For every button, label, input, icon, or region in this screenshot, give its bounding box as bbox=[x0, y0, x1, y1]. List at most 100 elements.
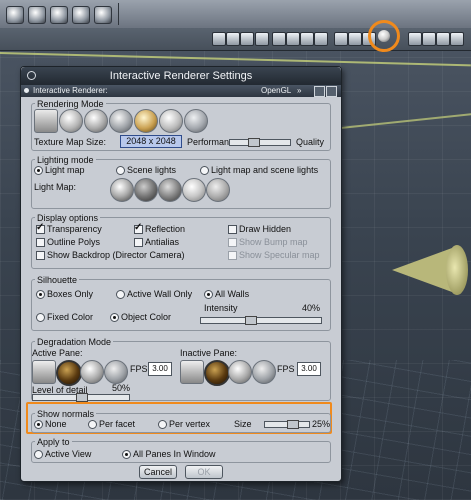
render-flat-icon[interactable] bbox=[59, 109, 83, 133]
texture-map-size-select[interactable]: 2048 x 2048 bbox=[120, 135, 182, 148]
wire-icon[interactable] bbox=[240, 32, 254, 46]
wrench-tool-icon[interactable] bbox=[94, 6, 112, 24]
apply-active-view-label: Active View bbox=[45, 449, 92, 459]
slider-thumb[interactable] bbox=[245, 316, 257, 325]
rendering-mode-group: Rendering Mode Texture Map Size: 2048 x … bbox=[31, 99, 331, 151]
scene-lights-radio[interactable] bbox=[116, 166, 125, 175]
light-map-preset-2-icon[interactable] bbox=[134, 178, 158, 202]
renderer-value[interactable]: OpenGL bbox=[261, 85, 291, 97]
intensity-label: Intensity bbox=[204, 303, 238, 313]
active-pane-shaded-icon[interactable] bbox=[56, 360, 82, 386]
active-pane-smooth-icon[interactable] bbox=[80, 360, 104, 384]
render-box-icon[interactable] bbox=[34, 109, 58, 133]
inactive-fps-input[interactable]: 3.00 bbox=[297, 362, 321, 376]
cube-shaded-icon[interactable] bbox=[348, 32, 362, 46]
all-walls-label: All Walls bbox=[215, 289, 250, 299]
antialias-label: Antialias bbox=[145, 237, 180, 247]
slider-thumb[interactable] bbox=[76, 393, 88, 402]
cancel-button[interactable]: Cancel bbox=[139, 465, 177, 479]
light-map-and-scene-lights-radio[interactable] bbox=[200, 166, 209, 175]
render-textured-icon[interactable] bbox=[109, 109, 133, 133]
panel-icon[interactable] bbox=[450, 32, 464, 46]
all-walls-radio[interactable] bbox=[204, 290, 213, 299]
antialias-checkbox[interactable] bbox=[134, 238, 143, 247]
active-pane-box-icon[interactable] bbox=[32, 360, 56, 384]
target-tool-icon[interactable] bbox=[72, 6, 90, 24]
view-cube-icon[interactable] bbox=[408, 32, 422, 46]
quality-label: Quality bbox=[296, 137, 325, 147]
normals-per-facet-radio[interactable] bbox=[88, 420, 97, 429]
render-smooth-icon[interactable] bbox=[84, 109, 108, 133]
active-pane-textured-icon[interactable] bbox=[104, 360, 128, 384]
cube-wire-icon[interactable] bbox=[334, 32, 348, 46]
move-tool-icon[interactable] bbox=[6, 6, 24, 24]
show-bump-map-checkbox[interactable] bbox=[228, 238, 237, 247]
render-shiny-icon[interactable] bbox=[159, 109, 183, 133]
degradation-mode-title: Degradation Mode bbox=[35, 337, 114, 347]
texture-map-size-label: Texture Map Size: bbox=[34, 137, 107, 147]
chevron-down-icon[interactable]: » bbox=[297, 85, 301, 97]
light-map-radio[interactable] bbox=[34, 166, 43, 175]
pin-icon[interactable] bbox=[226, 32, 240, 46]
reset-preset-icon[interactable] bbox=[326, 86, 337, 97]
close-icon[interactable] bbox=[27, 71, 36, 80]
scale-tool-icon[interactable] bbox=[50, 6, 68, 24]
draw-hidden-checkbox[interactable] bbox=[228, 225, 237, 234]
level-of-detail-slider[interactable] bbox=[32, 393, 130, 402]
show-specular-map-checkbox[interactable] bbox=[228, 251, 237, 260]
inactive-pane-shaded-icon[interactable] bbox=[204, 360, 230, 386]
silhouette-title: Silhouette bbox=[35, 275, 80, 285]
layout-2-icon[interactable] bbox=[286, 32, 300, 46]
layout-1-icon[interactable] bbox=[272, 32, 286, 46]
intensity-slider[interactable] bbox=[200, 316, 322, 325]
transparency-checkbox[interactable] bbox=[36, 224, 45, 234]
renderer-icon-highlight-circle bbox=[368, 20, 400, 52]
light-map-preset-5-icon[interactable] bbox=[206, 178, 230, 202]
ok-button[interactable]: OK bbox=[185, 465, 223, 479]
outline-polys-checkbox[interactable] bbox=[36, 238, 45, 247]
inactive-pane-textured-icon[interactable] bbox=[252, 360, 276, 384]
show-normals-title: Show normals bbox=[35, 409, 97, 419]
render-best-icon[interactable] bbox=[184, 109, 208, 133]
render-shaded-icon[interactable] bbox=[134, 109, 158, 133]
apply-active-view-radio[interactable] bbox=[34, 450, 43, 459]
degradation-mode-group: Degradation Mode Active Pane: Inactive P… bbox=[31, 337, 331, 402]
normals-per-vertex-radio[interactable] bbox=[158, 420, 167, 429]
layout-3-icon[interactable] bbox=[300, 32, 314, 46]
save-preset-icon[interactable] bbox=[314, 86, 325, 97]
dialog-titlebar[interactable]: Interactive Renderer Settings bbox=[21, 67, 341, 85]
apply-all-panes-radio[interactable] bbox=[122, 450, 131, 459]
show-backdrop-checkbox[interactable] bbox=[36, 251, 45, 260]
grid-icon[interactable] bbox=[255, 32, 269, 46]
cone-object[interactable] bbox=[392, 248, 452, 292]
light-map-label: Light Map: bbox=[34, 182, 77, 192]
normals-size-slider[interactable] bbox=[264, 420, 310, 429]
scene-lights-option-label: Scene lights bbox=[127, 165, 177, 175]
cone-object-base[interactable] bbox=[446, 245, 468, 295]
sphere-view-icon[interactable] bbox=[436, 32, 450, 46]
box-view-icon[interactable] bbox=[422, 32, 436, 46]
reflection-checkbox[interactable] bbox=[134, 224, 143, 234]
boxes-only-radio[interactable] bbox=[36, 290, 45, 299]
active-wall-only-radio[interactable] bbox=[116, 290, 125, 299]
performance-quality-slider[interactable] bbox=[229, 138, 291, 147]
slider-thumb[interactable] bbox=[248, 138, 260, 147]
slider-thumb[interactable] bbox=[287, 420, 299, 429]
layout-4-icon[interactable] bbox=[314, 32, 328, 46]
camera-tool-icon[interactable] bbox=[28, 6, 46, 24]
link-icon[interactable] bbox=[212, 32, 226, 46]
light-map-preset-3-icon[interactable] bbox=[158, 178, 182, 202]
active-fps-input[interactable]: 3.00 bbox=[148, 362, 172, 376]
apply-all-panes-label: All Panes In Window bbox=[133, 449, 216, 459]
inactive-pane-box-icon[interactable] bbox=[180, 360, 204, 384]
object-color-radio[interactable] bbox=[110, 313, 119, 322]
fixed-color-radio[interactable] bbox=[36, 313, 45, 322]
inactive-pane-smooth-icon[interactable] bbox=[228, 360, 252, 384]
light-map-preset-1-icon[interactable] bbox=[110, 178, 134, 202]
light-map-preset-4-icon[interactable] bbox=[182, 178, 206, 202]
normals-per-facet-label: Per facet bbox=[99, 419, 136, 429]
active-wall-only-label: Active Wall Only bbox=[127, 289, 193, 299]
normals-none-radio[interactable] bbox=[34, 420, 43, 429]
view-toolbar bbox=[0, 28, 471, 51]
show-bump-map-label: Show Bump map bbox=[239, 237, 308, 247]
